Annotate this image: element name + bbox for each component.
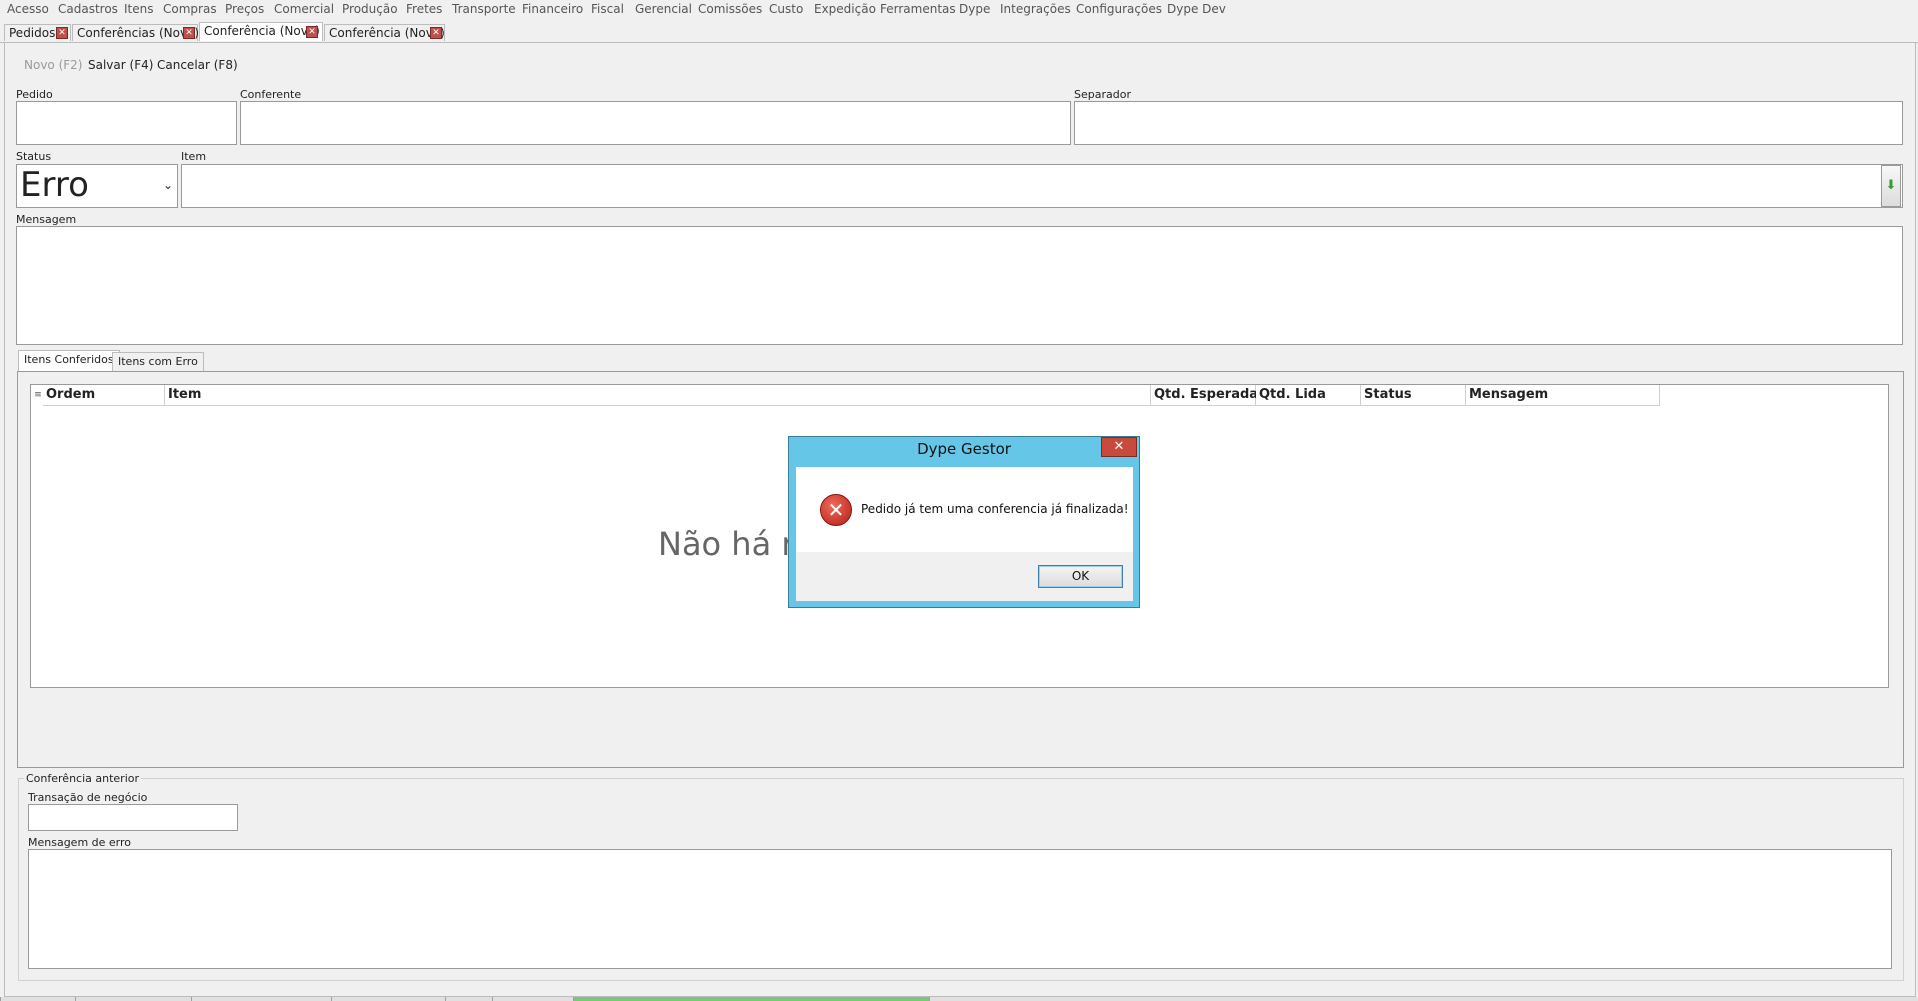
transacao-input[interactable] xyxy=(28,804,238,831)
menu-fiscal[interactable]: Fiscal xyxy=(591,2,624,16)
doc-tab-label: Conferência (Novo) xyxy=(329,26,445,40)
menu-itens[interactable]: Itens xyxy=(124,2,153,16)
mensagem-label: Mensagem xyxy=(16,213,77,226)
menu-financeiro[interactable]: Financeiro xyxy=(522,2,583,16)
menu-bar: Acesso Cadastros Itens Compras Preços Co… xyxy=(0,0,1918,22)
transacao-label: Transação de negócio xyxy=(28,791,148,804)
menu-custo[interactable]: Custo xyxy=(769,2,803,16)
novo-button[interactable]: Novo (F2) xyxy=(24,58,82,72)
status-value: Erro xyxy=(20,165,89,205)
pedido-label: Pedido xyxy=(16,88,53,101)
menu-compras[interactable]: Compras xyxy=(163,2,217,16)
col-qtd-lida[interactable]: Qtd. Lida xyxy=(1256,385,1361,406)
previous-conference-label: Conferência anterior xyxy=(24,772,142,785)
menu-transporte[interactable]: Transporte xyxy=(452,2,516,16)
tab-label: Itens Conferidos xyxy=(24,353,114,366)
menu-dype-dev[interactable]: Dype Dev xyxy=(1167,2,1226,16)
menu-comissoes[interactable]: Comissões xyxy=(698,2,762,16)
doc-tab-label: Pedidos xyxy=(9,26,56,40)
doc-tab-label: Conferência (Novo) xyxy=(204,24,320,38)
status-select[interactable]: Erro ⌄ xyxy=(16,164,178,208)
tab-label: Itens com Erro xyxy=(118,355,198,368)
doc-tab-conferencias-novo[interactable]: Conferências (Novo) ✕ xyxy=(72,24,200,41)
separador-label: Separador xyxy=(1074,88,1131,101)
close-icon[interactable]: ✕ xyxy=(430,27,442,39)
close-icon[interactable]: ✕ xyxy=(56,27,68,39)
menu-precos[interactable]: Preços xyxy=(225,2,264,16)
tab-itens-com-erro[interactable]: Itens com Erro xyxy=(112,352,204,372)
menu-ferramentas[interactable]: Ferramentas xyxy=(880,2,956,16)
mensagem-erro-textarea[interactable] xyxy=(28,849,1892,969)
error-icon: ✕ xyxy=(820,494,852,526)
conferente-label: Conferente xyxy=(240,88,302,101)
dialog-message: Pedido já tem uma conferencia já finaliz… xyxy=(861,502,1129,516)
col-ordem[interactable]: Ordem xyxy=(43,385,165,406)
doc-tab-pedidos[interactable]: Pedidos ✕ xyxy=(4,24,71,41)
status-bar-segment xyxy=(492,997,573,1001)
menu-expedicao[interactable]: Expedição xyxy=(814,2,876,16)
status-bar-segment xyxy=(929,997,1918,1001)
menu-integracoes[interactable]: Integrações xyxy=(1000,2,1071,16)
download-icon[interactable]: ⬇ xyxy=(1881,165,1901,207)
mensagem-textarea[interactable] xyxy=(16,226,1903,345)
doc-tab-label: Conferências (Novo) xyxy=(77,26,200,40)
status-bar-segment xyxy=(191,997,331,1001)
status-bar-segment xyxy=(0,997,75,1001)
item-input[interactable] xyxy=(181,164,1903,208)
col-qtd-esperada[interactable]: Qtd. Esperada xyxy=(1151,385,1258,406)
menu-fretes[interactable]: Fretes xyxy=(406,2,442,16)
mensagem-erro-label: Mensagem de erro xyxy=(28,836,132,849)
doc-tab-conferencia-novo-active[interactable]: Conferência (Novo) ✕ xyxy=(199,22,323,41)
menu-cadastros[interactable]: Cadastros xyxy=(58,2,118,16)
progress-bar xyxy=(573,997,929,1001)
separador-input[interactable] xyxy=(1074,101,1903,145)
menu-configuracoes[interactable]: Configurações xyxy=(1076,2,1162,16)
status-bar-segment xyxy=(75,997,191,1001)
menu-producao[interactable]: Produção xyxy=(342,2,398,16)
cancelar-button[interactable]: Cancelar (F8) xyxy=(157,58,238,72)
dialog-close-button[interactable]: ✕ xyxy=(1101,437,1137,457)
pedido-input[interactable] xyxy=(16,101,237,145)
menu-comercial[interactable]: Comercial xyxy=(274,2,334,16)
col-mensagem[interactable]: Mensagem xyxy=(1466,385,1660,406)
ok-button[interactable]: OK xyxy=(1038,565,1123,588)
status-bar-segment xyxy=(331,997,445,1001)
menu-acesso[interactable]: Acesso xyxy=(7,2,49,16)
status-bar-segment xyxy=(445,997,492,1001)
status-label: Status xyxy=(16,150,52,163)
chevron-down-icon: ⌄ xyxy=(162,178,173,192)
close-icon[interactable]: ✕ xyxy=(183,27,195,39)
salvar-button[interactable]: Salvar (F4) xyxy=(88,58,153,72)
tab-itens-conferidos[interactable]: Itens Conferidos xyxy=(18,350,120,372)
conferente-input[interactable] xyxy=(240,101,1071,145)
col-item[interactable]: Item xyxy=(165,385,1151,406)
menu-gerencial[interactable]: Gerencial xyxy=(635,2,692,16)
dialog-title: Dype Gestor xyxy=(917,440,1011,458)
item-label: Item xyxy=(181,150,207,163)
close-icon[interactable]: ✕ xyxy=(306,26,318,38)
menu-dype[interactable]: Dype xyxy=(959,2,990,16)
col-status[interactable]: Status xyxy=(1361,385,1466,406)
doc-tab-conferencia-novo-2[interactable]: Conferência (Novo) ✕ xyxy=(324,24,445,41)
